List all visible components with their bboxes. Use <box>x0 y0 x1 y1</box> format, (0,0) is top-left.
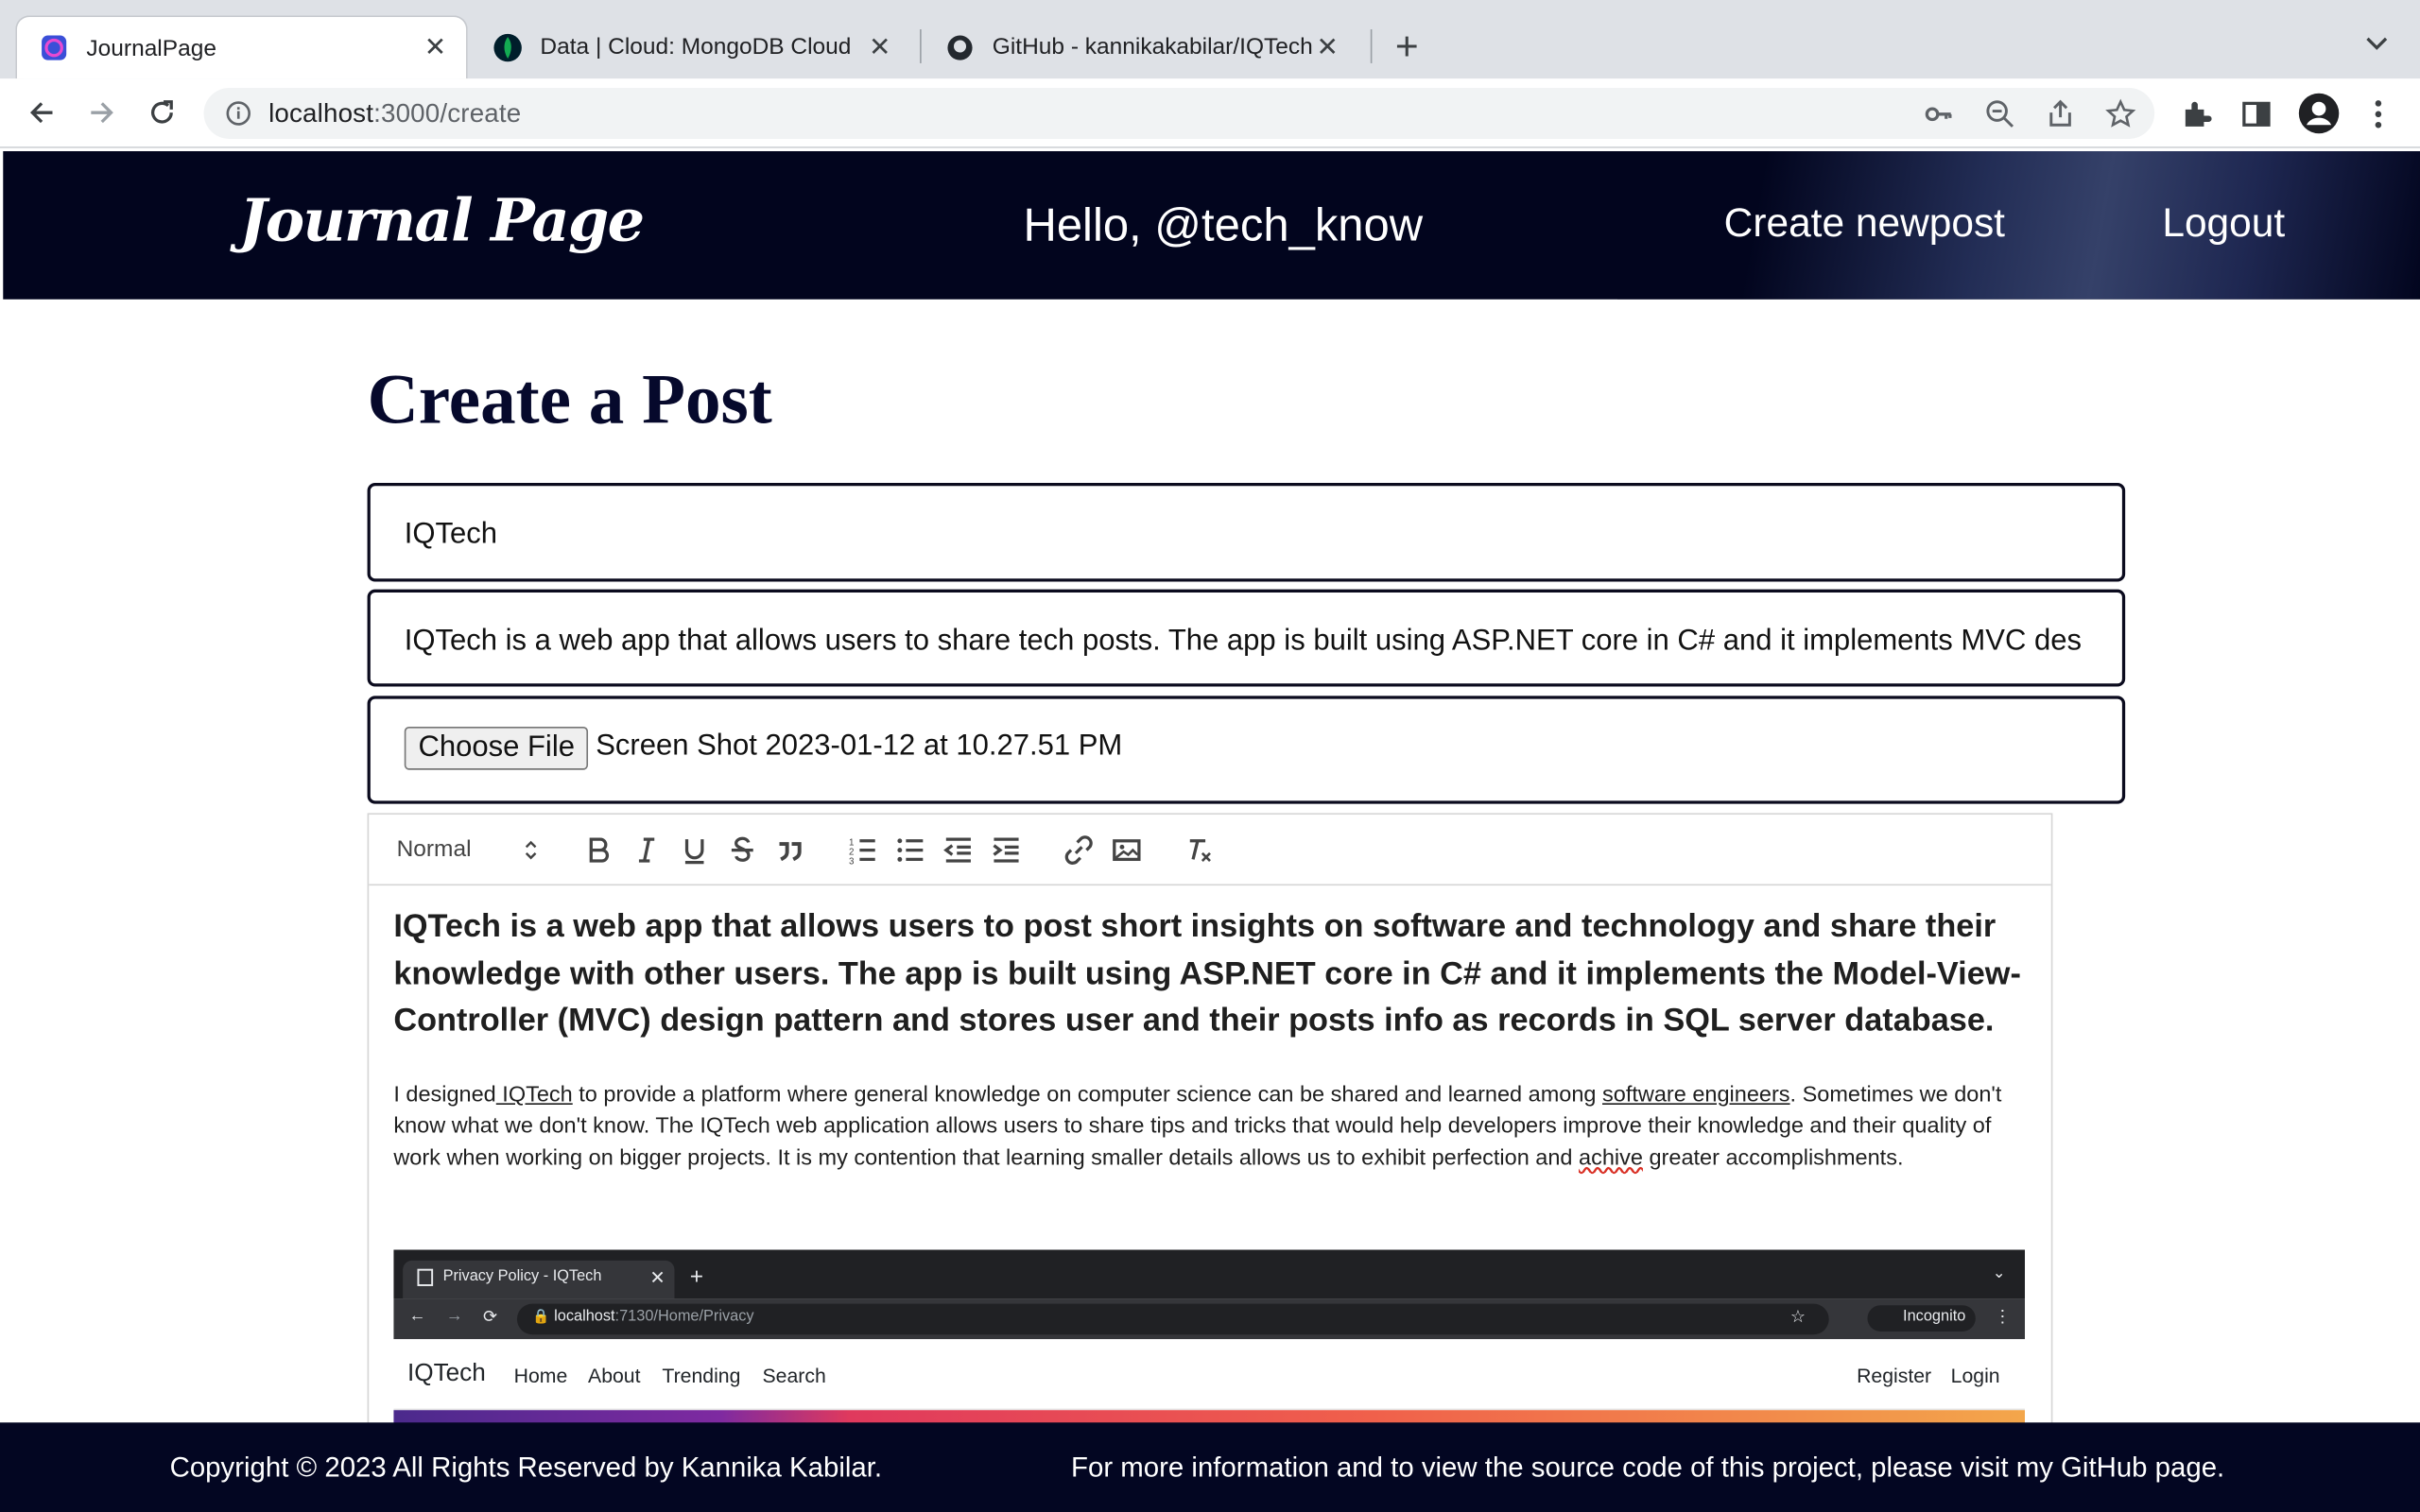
site-info-icon[interactable] <box>225 100 251 127</box>
footer-github-info[interactable]: For more information and to view the sou… <box>1071 1452 2224 1484</box>
lock-icon: 🔒 <box>532 1308 550 1324</box>
site-logo[interactable]: Journal Page <box>239 185 645 254</box>
share-icon[interactable] <box>2045 98 2076 129</box>
address-bar[interactable]: localhost:3000/create <box>203 88 2155 139</box>
journalpage-favicon-icon <box>40 34 67 61</box>
side-panel-icon[interactable] <box>2239 97 2273 131</box>
blockquote-icon[interactable] <box>775 834 806 866</box>
mongodb-leaf-icon <box>493 33 522 61</box>
screenshot-login: Login <box>1950 1364 2000 1387</box>
browser-tab-mongodb[interactable]: Data | Cloud: MongoDB Cloud ✕ <box>471 15 910 78</box>
image-icon[interactable] <box>1112 834 1143 866</box>
close-icon[interactable]: ✕ <box>1312 31 1343 62</box>
outdent-icon[interactable] <box>943 834 975 866</box>
forward-arrow-icon: → <box>445 1306 463 1326</box>
editor-content[interactable]: IQTech is a web app that allows users to… <box>393 904 2030 1175</box>
title-input[interactable]: IQTech <box>367 483 2126 582</box>
screenshot-register: Register <box>1857 1364 1932 1387</box>
zoom-out-icon[interactable] <box>1985 98 2016 129</box>
incognito-label: Incognito <box>1903 1308 1966 1326</box>
tab-title: JournalPage <box>86 34 216 61</box>
tab-separator <box>1370 29 1373 63</box>
plus-icon: + <box>689 1263 704 1290</box>
back-arrow-icon: ← <box>408 1306 426 1326</box>
editor-paragraph: I designed IQTech to provide a platform … <box>393 1083 2002 1171</box>
selected-file-name: Screen Shot 2023-01-12 at 10.27.51 PM <box>596 730 1123 763</box>
screenshot-url: localhost:7130/Home/Privacy <box>554 1308 754 1326</box>
star-icon: ☆ <box>1789 1308 1806 1328</box>
file-input: Choose File Screen Shot 2023-01-12 at 10… <box>367 696 2126 804</box>
reload-icon[interactable] <box>145 95 179 129</box>
title-input-value: IQTech <box>404 518 498 551</box>
key-icon[interactable] <box>1923 98 1954 129</box>
strikethrough-icon[interactable] <box>727 834 758 866</box>
close-icon[interactable]: ✕ <box>420 32 451 63</box>
kebab-menu-icon[interactable] <box>2361 97 2395 131</box>
create-new-post-link[interactable]: Create newpost <box>1724 199 2005 248</box>
profile-avatar-icon[interactable] <box>2298 93 2340 134</box>
tab-title: GitHub - kannikakabilar/IQTech <box>992 33 1312 60</box>
screenshot-nav-home: Home <box>513 1364 568 1387</box>
url-text: localhost:3000/create <box>268 98 522 129</box>
chevron-down-icon: ⌄ <box>1992 1264 2006 1282</box>
screenshot-nav-about: About <box>588 1364 641 1387</box>
iqtech-link[interactable]: IQTech <box>496 1083 572 1108</box>
editor-heading: IQTech is a web app that allows users to… <box>393 908 2021 1040</box>
user-greeting: Hello, @tech_know <box>1023 200 1424 252</box>
bullet-list-icon[interactable] <box>895 834 926 866</box>
underline-icon[interactable] <box>679 834 710 866</box>
select-arrows-icon[interactable] <box>523 839 538 861</box>
page-icon <box>417 1268 434 1286</box>
link-icon[interactable] <box>1063 834 1095 866</box>
logout-link[interactable]: Logout <box>2162 199 2285 248</box>
ordered-list-icon[interactable]: 123 <box>847 834 878 866</box>
reload-icon: ⟳ <box>483 1308 498 1328</box>
italic-icon[interactable] <box>631 834 663 866</box>
screenshot-nav-trending: Trending <box>662 1364 741 1387</box>
summary-input-value: IQTech is a web app that allows users to… <box>404 625 2083 658</box>
github-icon <box>946 33 974 60</box>
clear-formatting-icon[interactable] <box>1184 834 1215 866</box>
browser-toolbar: localhost:3000/create <box>0 78 2420 148</box>
format-select[interactable]: Normal <box>397 836 472 863</box>
site-footer: Copyright © 2023 All Rights Reserved by … <box>0 1422 2420 1512</box>
browser-tab-journalpage[interactable]: JournalPage ✕ <box>15 15 468 79</box>
browser-tabstrip: JournalPage ✕ Data | Cloud: MongoDB Clou… <box>0 0 2420 79</box>
tab-separator <box>920 29 922 63</box>
page-title: Create a Post <box>367 359 772 438</box>
bookmark-star-icon[interactable] <box>2105 98 2136 129</box>
back-arrow-icon[interactable] <box>25 95 59 129</box>
new-tab-plus-icon[interactable]: + <box>1395 26 1419 66</box>
editor-toolbar: Normal 123 <box>369 815 2051 886</box>
misspelled-word: achive <box>1579 1145 1643 1171</box>
footer-copyright: Copyright © 2023 All Rights Reserved by … <box>169 1452 883 1483</box>
software-engineers-link[interactable]: software engineers <box>1602 1083 1790 1108</box>
tab-title: Data | Cloud: MongoDB Cloud <box>540 33 852 60</box>
kebab-menu-icon: ⋮ <box>1994 1308 2012 1328</box>
screenshot-nav-search: Search <box>762 1364 826 1387</box>
close-icon[interactable]: ✕ <box>864 31 895 62</box>
embedded-screenshot-image: Privacy Policy - IQTech ✕ + ⌄ ← → ⟳ 🔒 lo… <box>393 1249 2026 1428</box>
summary-input[interactable]: IQTech is a web app that allows users to… <box>367 589 2126 687</box>
browser-tab-github[interactable]: GitHub - kannikakabilar/IQTech ✕ <box>923 15 1357 78</box>
tab-search-chevron-icon[interactable] <box>2361 27 2393 59</box>
forward-arrow-icon[interactable] <box>85 95 119 129</box>
close-icon: ✕ <box>649 1266 666 1289</box>
choose-file-button[interactable]: Choose File <box>404 726 589 770</box>
svg-text:3: 3 <box>849 856 855 866</box>
screenshot-brand: IQTech <box>407 1360 486 1387</box>
indent-icon[interactable] <box>991 834 1022 866</box>
extensions-puzzle-icon[interactable] <box>2179 97 2213 131</box>
bold-icon[interactable] <box>583 834 614 866</box>
screenshot-tab-title: Privacy Policy - IQTech <box>442 1268 602 1285</box>
